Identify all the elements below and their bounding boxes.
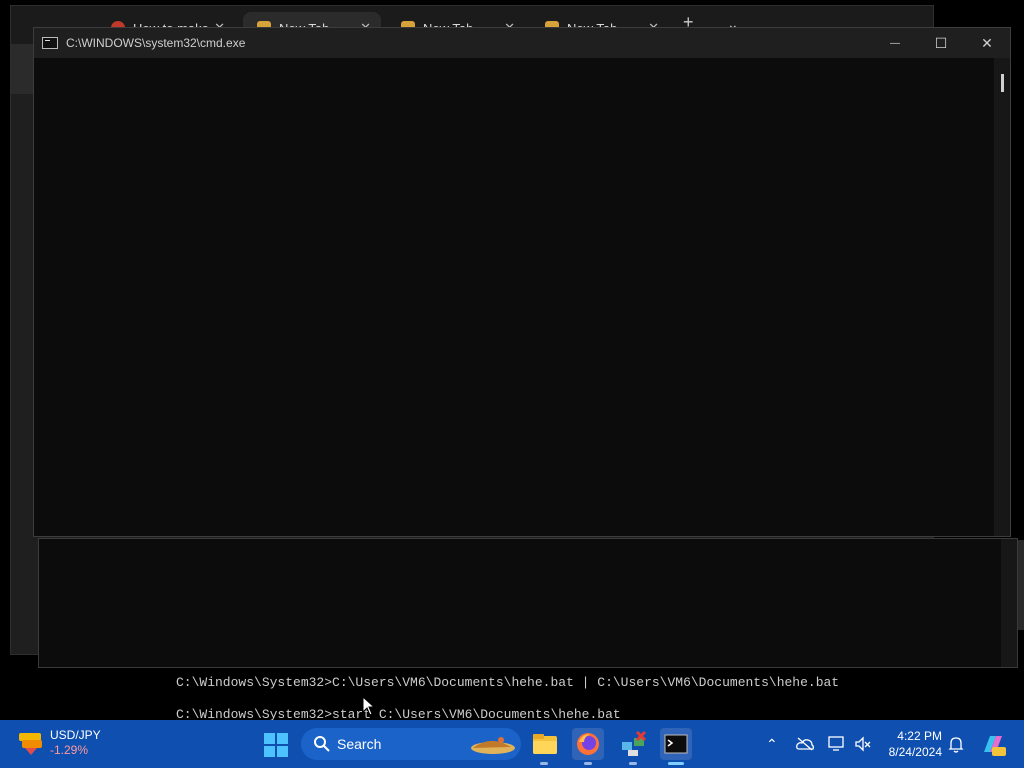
maximize-button[interactable]: ☐ (918, 28, 964, 58)
volume-muted-icon[interactable] (854, 736, 872, 752)
background-console-window (38, 538, 1018, 668)
notification-bell-icon[interactable] (948, 735, 964, 753)
onedrive-offline-icon[interactable] (796, 737, 814, 751)
cmd-app-icon (42, 37, 58, 49)
widget-change: -1.29% (50, 743, 89, 757)
cmd-scrollbar[interactable] (994, 58, 1010, 536)
network-monitor-icon[interactable] (828, 736, 846, 752)
app-running-indicator (584, 762, 592, 765)
app-active-indicator (668, 762, 684, 765)
cmd-title-bar[interactable]: C:\WINDOWS\system32\cmd.exe — ☐ ✕ (34, 28, 1010, 58)
app-running-indicator (540, 762, 548, 765)
mouse-cursor-icon (362, 696, 376, 716)
firefox-icon (577, 733, 599, 755)
show-hidden-icons-chevron-icon[interactable]: ⌃ (766, 736, 778, 753)
copilot-pre-icon[interactable] (980, 732, 1006, 758)
widget-title: USD/JPY (50, 728, 101, 742)
search-label: Search (337, 736, 382, 752)
file-explorer-icon[interactable] (529, 728, 561, 760)
cmd-scroll-thumb[interactable] (1001, 74, 1004, 92)
currency-exchange-icon (19, 733, 42, 755)
start-button-windows-icon[interactable] (264, 733, 288, 757)
close-button[interactable]: ✕ (964, 28, 1010, 58)
cmd-window[interactable]: C:\WINDOWS\system32\cmd.exe — ☐ ✕ (33, 27, 1011, 537)
terminal-icon (664, 734, 688, 754)
app-running-indicator (629, 762, 637, 765)
cmd-title-text: C:\WINDOWS\system32\cmd.exe (66, 36, 246, 50)
window-edge (1018, 540, 1024, 630)
clock-time: 4:22 PM (897, 729, 942, 743)
taskbar-search-box[interactable]: Search (301, 728, 521, 760)
minimize-button[interactable]: — (872, 28, 918, 58)
terminal-button[interactable] (660, 728, 692, 760)
search-icon (314, 736, 330, 752)
clock-date: 8/24/2024 (888, 745, 942, 759)
firefox-button[interactable] (572, 728, 604, 760)
network-app-icon[interactable] (617, 728, 649, 760)
console-line: C:\Windows\System32>C:\Users\VM6\Documen… (176, 675, 840, 690)
console-scrollbar[interactable] (1001, 539, 1017, 667)
search-highlight-illustration-icon (471, 737, 515, 754)
taskbar-clock[interactable]: 4:22 PM 8/24/2024 (880, 728, 942, 760)
currency-widget[interactable]: USD/JPY -1.29% (16, 728, 101, 758)
